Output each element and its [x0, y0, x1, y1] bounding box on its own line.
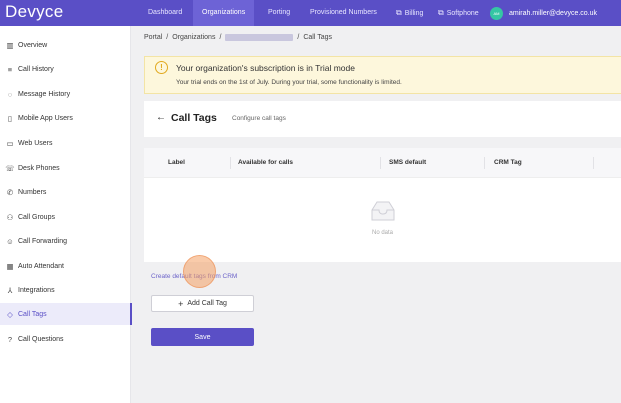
sidebar-item-web-users[interactable]: ▭ Web Users — [0, 132, 131, 154]
column-sms-default[interactable]: SMS default — [389, 159, 426, 166]
page-header: ← Call Tags Configure call tags — [144, 101, 621, 137]
sidebar-item-label: Numbers — [18, 188, 47, 196]
user-menu[interactable]: AM amirah.miller@devyce.co.uk — [490, 0, 597, 26]
column-divider — [593, 157, 594, 169]
add-call-tag-button[interactable]: + Add Call Tag — [151, 295, 254, 312]
phone-mobile-icon: ▯ — [7, 113, 13, 123]
banner-title: Your organization's subscription is in T… — [176, 63, 355, 73]
nav-provisioned-numbers[interactable]: Provisioned Numbers — [301, 0, 386, 26]
back-arrow-icon[interactable]: ← — [156, 112, 166, 123]
column-divider — [484, 157, 485, 169]
sidebar-item-call-tags[interactable]: ◇ Call Tags — [0, 303, 132, 325]
column-crm-tag[interactable]: CRM Tag — [494, 159, 522, 166]
phone-icon: ✆ — [6, 187, 14, 197]
sidebar-item-label: Web Users — [18, 139, 53, 147]
list-icon: ≡ — [7, 64, 13, 74]
sidebar-item-call-groups[interactable]: ⚇ Call Groups — [0, 206, 131, 228]
breadcrumb-redacted-org[interactable] — [225, 34, 294, 41]
warning-icon: ! — [155, 61, 168, 74]
breadcrumb-separator: / — [166, 34, 169, 41]
sidebar-item-label: Overview — [18, 41, 48, 49]
avatar: AM — [490, 6, 503, 20]
save-button[interactable]: Save — [151, 328, 254, 346]
empty-inbox-icon — [371, 201, 395, 221]
sidebar-item-call-history[interactable]: ≡ Call History — [0, 58, 131, 80]
sidebar-item-mobile-app-users[interactable]: ▯ Mobile App Users — [0, 107, 131, 129]
sidebar-item-label: Desk Phones — [18, 164, 60, 172]
nav-organizations[interactable]: Organizations — [193, 0, 255, 26]
sidebar-item-label: Integrations — [18, 286, 55, 294]
call-tags-table: Label Available for calls SMS default CR… — [144, 148, 621, 262]
sidebar-item-label: Auto Attendant — [18, 262, 64, 270]
sidebar-item-label: Mobile App Users — [18, 114, 73, 122]
nav-softphone[interactable]: ⧉ Softphone — [429, 0, 488, 26]
sidebar-item-call-questions[interactable]: ? Call Questions — [0, 328, 131, 350]
breadcrumb-separator: / — [297, 34, 300, 41]
sidebar-item-label: Message History — [18, 90, 71, 98]
external-link-icon: ⧉ — [396, 8, 402, 17]
sidebar-item-label: Call Groups — [18, 213, 55, 221]
nav-billing[interactable]: ⧉ Billing — [387, 0, 432, 26]
user-email: amirah.miller@devyce.co.uk — [509, 9, 598, 17]
nav-dashboard[interactable]: Dashboard — [139, 0, 191, 26]
sidebar-item-label: Call History — [18, 65, 54, 73]
sidebar-item-label: Call Forwarding — [18, 237, 68, 245]
empty-state-text: No data — [371, 230, 393, 236]
nav-softphone-label: Softphone — [446, 10, 479, 17]
add-call-tag-label: Add Call Tag — [187, 300, 227, 307]
sidebar-item-label: Call Tags — [18, 310, 47, 318]
breadcrumb-organizations[interactable]: Organizations — [172, 34, 215, 41]
table-header: Label Available for calls SMS default CR… — [144, 148, 621, 178]
sidebar-item-integrations[interactable]: ⅄ Integrations — [0, 279, 131, 301]
group-icon: ⚇ — [6, 212, 14, 222]
tag-icon: ◇ — [7, 309, 13, 319]
calculator-icon: ▦ — [6, 261, 14, 271]
sidebar-item-numbers[interactable]: ✆ Numbers — [0, 181, 131, 203]
nav-billing-label: Billing — [404, 10, 424, 17]
breadcrumb-current: Call Tags — [303, 34, 333, 41]
breadcrumb: Portal / Organizations / / Call Tags — [144, 34, 332, 41]
breadcrumb-separator: / — [219, 34, 222, 41]
sidebar-item-message-history[interactable]: ◌ Message History — [0, 83, 131, 105]
nav-porting[interactable]: Porting — [259, 0, 299, 26]
column-available-for-calls[interactable]: Available for calls — [238, 159, 293, 166]
column-divider — [230, 157, 231, 169]
click-indicator — [183, 255, 216, 288]
breadcrumb-portal[interactable]: Portal — [144, 34, 162, 41]
column-label[interactable]: Label — [168, 159, 185, 166]
monitor-icon: ▭ — [6, 138, 14, 148]
chat-icon: ◌ — [7, 89, 13, 99]
banner-message: Your trial ends on the 1st of July. Duri… — [176, 79, 402, 86]
sidebar: ▥ Overview ≡ Call History ◌ Message History… — [0, 26, 132, 403]
trial-banner: ! Your organization's subscription is in… — [144, 56, 621, 94]
sidebar-item-auto-attendant[interactable]: ▦ Auto Attendant — [0, 255, 131, 277]
plus-icon: + — [178, 298, 184, 309]
chart-icon: ▥ — [6, 40, 14, 50]
question-icon: ? — [7, 334, 13, 344]
external-link-icon: ⧉ — [438, 8, 444, 17]
app-logo[interactable]: Devyce — [5, 2, 64, 22]
page-title: Call Tags — [171, 112, 217, 124]
sidebar-item-overview[interactable]: ▥ Overview — [0, 34, 131, 56]
top-navbar: Devyce Dashboard Organizations Porting P… — [0, 0, 621, 26]
column-divider — [380, 157, 381, 169]
forward-user-icon: ☺ — [6, 236, 14, 246]
integrations-icon: ⅄ — [7, 285, 13, 295]
page-subtitle: Configure call tags — [232, 115, 286, 122]
sidebar-item-label: Call Questions — [18, 335, 64, 343]
sidebar-item-call-forwarding[interactable]: ☺ Call Forwarding — [0, 230, 131, 252]
desk-phone-icon: ☏ — [5, 163, 15, 173]
sidebar-item-desk-phones[interactable]: ☏ Desk Phones — [0, 157, 131, 179]
